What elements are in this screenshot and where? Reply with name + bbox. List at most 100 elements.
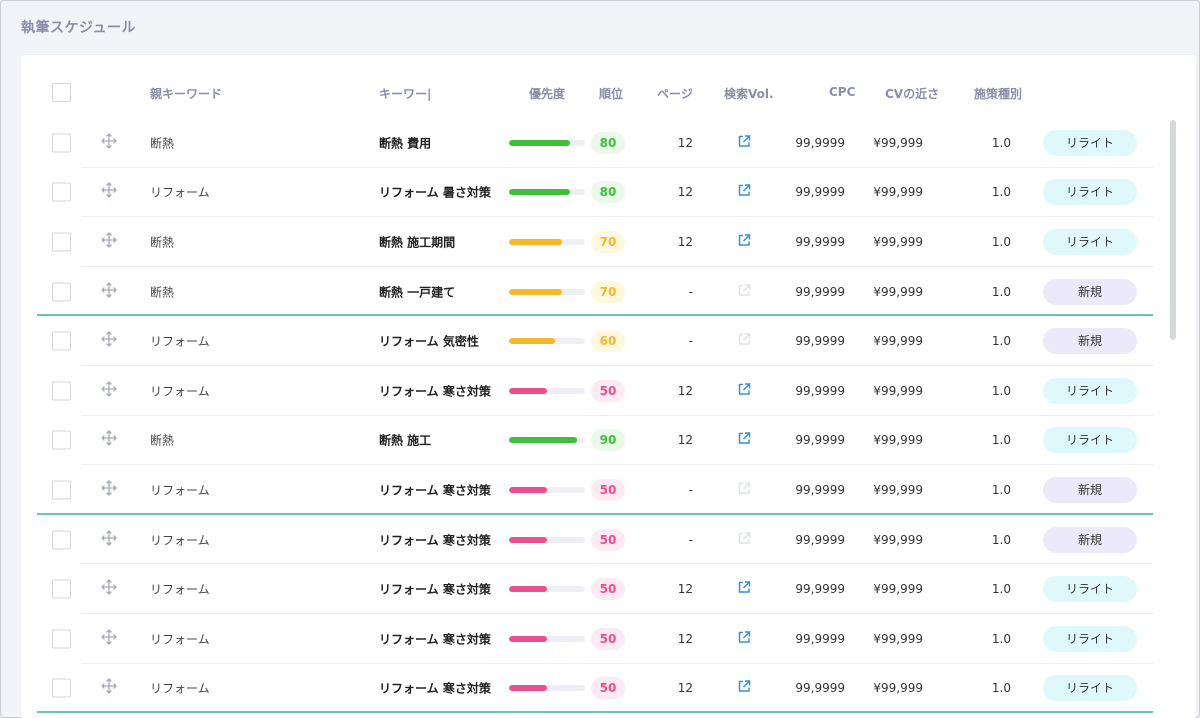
- table-row[interactable]: 断熱 断熱 施工 90 12 99,9999 ¥99,999 1.0 リライト: [21, 416, 1153, 466]
- row-checkbox[interactable]: [52, 182, 71, 202]
- keyword[interactable]: 断熱 一戸建て: [379, 283, 495, 300]
- drag-handle-icon[interactable]: [101, 331, 117, 351]
- drag-handle-icon[interactable]: [101, 579, 117, 599]
- drag-handle-icon[interactable]: [101, 232, 117, 252]
- table-row[interactable]: リフォーム リフォーム 暑さ対策 80 12 99,9999 ¥99,999 1.0 リライト: [21, 168, 1153, 218]
- header-search-vol[interactable]: 検索Vol.: [724, 85, 774, 102]
- drag-handle-icon[interactable]: [101, 182, 117, 202]
- drag-handle-icon[interactable]: [101, 381, 117, 401]
- drag-handle-icon[interactable]: [101, 133, 117, 153]
- table-row[interactable]: 断熱 断熱 一戸建て 70 - 99,9999 ¥99,999 1.0 新規: [21, 267, 1153, 317]
- external-link-icon[interactable]: [737, 581, 751, 598]
- header-parent-keyword[interactable]: 親キーワード: [150, 85, 222, 102]
- external-link-icon[interactable]: [737, 680, 751, 697]
- keyword[interactable]: リフォーム 気密性: [379, 333, 495, 350]
- cpc-value: ¥99,999: [873, 532, 923, 547]
- header-cpc[interactable]: CPC: [829, 85, 855, 99]
- priority-bar-fill: [509, 536, 547, 543]
- type-badge[interactable]: リライト: [1043, 228, 1137, 255]
- keyword[interactable]: リフォーム 寒さ対策: [379, 531, 495, 548]
- row-checkbox[interactable]: [52, 629, 71, 649]
- keyword[interactable]: リフォーム 寒さ対策: [379, 680, 495, 697]
- type-badge[interactable]: 新規: [1043, 278, 1137, 305]
- search-vol-value: 99,9999: [795, 582, 845, 597]
- row-checkbox[interactable]: [52, 430, 71, 450]
- row-checkbox[interactable]: [52, 331, 71, 351]
- cpc-value: ¥99,999: [873, 334, 923, 349]
- keyword[interactable]: リフォーム 寒さ対策: [379, 481, 495, 498]
- keyword[interactable]: 断熱 施工: [379, 432, 495, 449]
- keyword[interactable]: 断熱 施工期間: [379, 233, 495, 250]
- drag-handle-icon[interactable]: [101, 529, 117, 550]
- drag-handle-icon[interactable]: [101, 430, 117, 450]
- row-checkbox[interactable]: [52, 381, 71, 401]
- cpc-value: ¥99,999: [873, 681, 923, 696]
- external-link-icon[interactable]: [737, 382, 751, 399]
- priority-value: 50: [591, 478, 625, 501]
- priority-bar: [509, 586, 585, 593]
- page-value: -: [688, 334, 693, 349]
- keyword[interactable]: リフォーム 寒さ対策: [379, 382, 495, 399]
- vertical-scrollbar[interactable]: [1170, 120, 1176, 340]
- external-link-icon[interactable]: [737, 233, 751, 250]
- keyword[interactable]: リフォーム 暑さ対策: [379, 184, 495, 201]
- keyword[interactable]: リフォーム 寒さ対策: [379, 630, 495, 647]
- cv-value: 1.0: [991, 135, 1011, 150]
- cpc-value: ¥99,999: [873, 582, 923, 597]
- external-link-icon[interactable]: [737, 432, 751, 449]
- search-vol-value: 99,9999: [795, 185, 845, 200]
- type-badge[interactable]: リライト: [1043, 179, 1137, 206]
- header-priority[interactable]: 優先度: [529, 85, 565, 102]
- table-row[interactable]: リフォーム リフォーム 寒さ対策 50 - 99,9999 ¥99,999 1.0 新規: [21, 515, 1153, 565]
- page-title: 執筆スケジュール: [21, 20, 137, 36]
- priority-value: 50: [591, 528, 625, 551]
- type-badge[interactable]: リライト: [1043, 427, 1137, 454]
- table-row[interactable]: 断熱 断熱 費用 80 12 99,9999 ¥99,999 1.0 リライト: [21, 118, 1153, 168]
- parent-keyword: リフォーム: [150, 185, 210, 200]
- header-type[interactable]: 施策種別: [974, 85, 1022, 102]
- table-row[interactable]: リフォーム リフォーム 寒さ対策 50 12 99,9999 ¥99,999 1.0 リライト: [21, 564, 1153, 614]
- priority-bar-fill: [509, 338, 555, 345]
- table-row[interactable]: リフォーム リフォーム 寒さ対策 50 12 99,9999 ¥99,999 1.0 リライト: [21, 614, 1153, 664]
- row-checkbox[interactable]: [52, 530, 71, 550]
- external-link-icon[interactable]: [737, 184, 751, 201]
- type-badge[interactable]: リライト: [1043, 377, 1137, 404]
- page-value: 12: [677, 631, 693, 646]
- keyword[interactable]: 断熱 費用: [379, 134, 495, 151]
- table-row[interactable]: リフォーム リフォーム 寒さ対策 50 12 99,9999 ¥99,999 1.0 リライト: [21, 664, 1153, 714]
- drag-handle-icon[interactable]: [101, 678, 117, 698]
- type-badge[interactable]: リライト: [1043, 675, 1137, 702]
- drag-handle-icon[interactable]: [101, 480, 117, 500]
- row-checkbox[interactable]: [52, 579, 71, 599]
- header-keyword[interactable]: キーワー|: [379, 85, 431, 102]
- type-badge[interactable]: 新規: [1043, 526, 1137, 553]
- external-link-icon: [737, 481, 751, 498]
- type-badge[interactable]: リライト: [1043, 625, 1137, 652]
- keyword[interactable]: リフォーム 寒さ対策: [379, 581, 495, 598]
- header-rank[interactable]: 順位: [599, 85, 623, 102]
- header-cv[interactable]: CVの近さ: [885, 85, 939, 102]
- drag-handle-icon[interactable]: [101, 629, 117, 649]
- row-checkbox[interactable]: [52, 282, 71, 302]
- row-checkbox[interactable]: [52, 480, 71, 500]
- type-badge[interactable]: リライト: [1043, 576, 1137, 603]
- app-frame: 執筆スケジュール 親キーワード キーワー| 優先度 順位 ページ 検索Vol. …: [0, 0, 1200, 718]
- row-checkbox[interactable]: [52, 678, 71, 698]
- parent-keyword: リフォーム: [150, 334, 210, 349]
- drag-handle-icon[interactable]: [101, 281, 117, 302]
- row-checkbox[interactable]: [52, 133, 71, 153]
- external-link-icon[interactable]: [737, 134, 751, 151]
- priority-value: 50: [591, 578, 625, 601]
- header-page[interactable]: ページ: [657, 85, 693, 102]
- table-row[interactable]: リフォーム リフォーム 気密性 60 - 99,9999 ¥99,999 1.0 新規: [21, 316, 1153, 366]
- cpc-value: ¥99,999: [873, 631, 923, 646]
- type-badge[interactable]: 新規: [1043, 476, 1137, 503]
- table-row[interactable]: リフォーム リフォーム 寒さ対策 50 12 99,9999 ¥99,999 1.0 リライト: [21, 366, 1153, 416]
- type-badge[interactable]: リライト: [1043, 129, 1137, 156]
- table-row[interactable]: リフォーム リフォーム 寒さ対策 50 - 99,9999 ¥99,999 1.0 新規: [21, 465, 1153, 515]
- select-all-checkbox[interactable]: [52, 83, 71, 102]
- table-row[interactable]: 断熱 断熱 施工期間 70 12 99,9999 ¥99,999 1.0 リライト: [21, 217, 1153, 267]
- external-link-icon[interactable]: [737, 630, 751, 647]
- type-badge[interactable]: 新規: [1043, 328, 1137, 355]
- row-checkbox[interactable]: [52, 232, 71, 252]
